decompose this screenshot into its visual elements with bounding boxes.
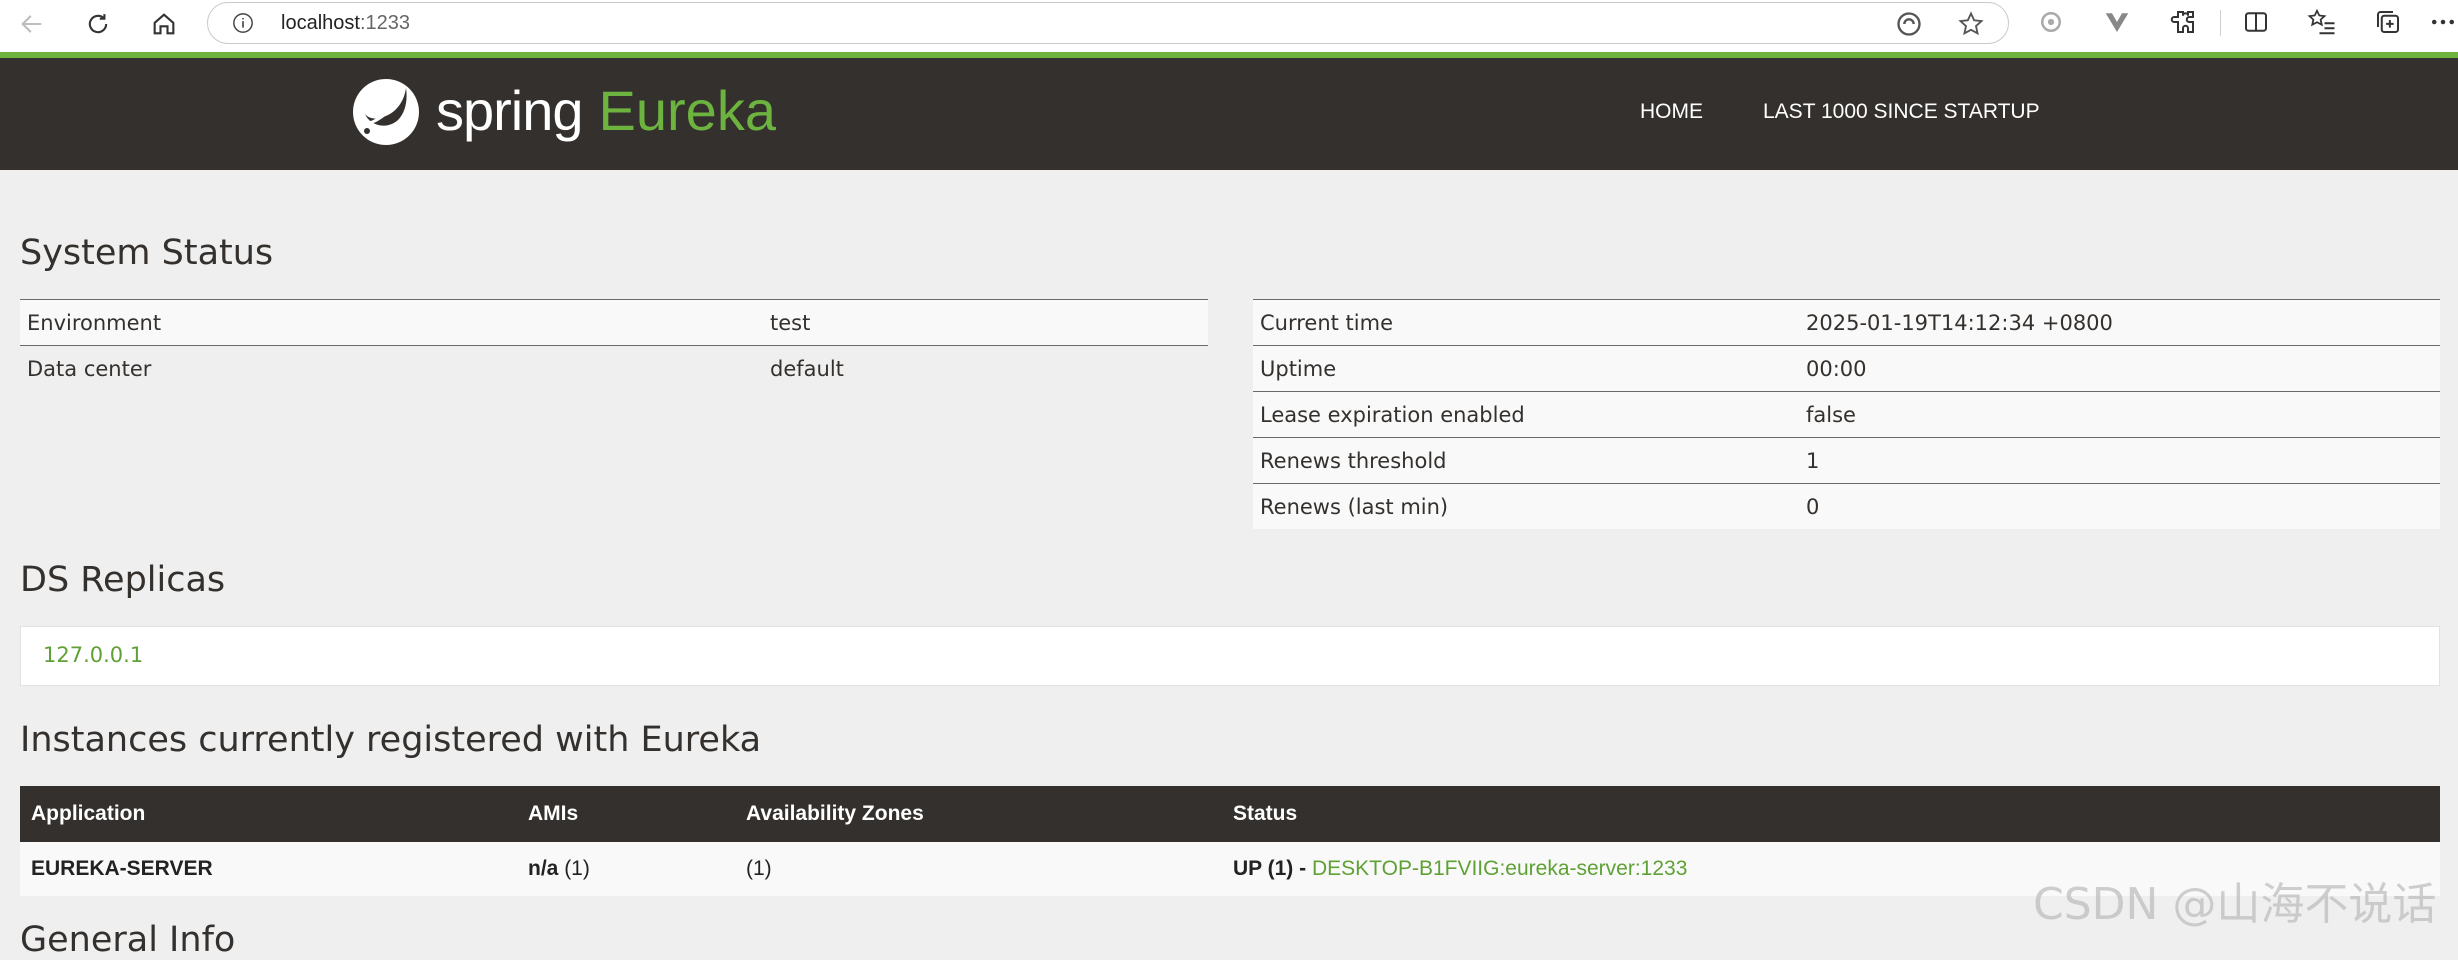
replica-link[interactable]: 127.0.0.1 bbox=[43, 643, 143, 667]
current-time-value: 2025-01-19T14:12:34 +0800 bbox=[1799, 299, 2440, 346]
table-row: Current time 2025-01-19T14:12:34 +0800 bbox=[1253, 299, 2440, 346]
amis-value: n/a bbox=[528, 857, 559, 880]
back-arrow-icon bbox=[21, 15, 42, 33]
table-header-row: Application AMIs Availability Zones Stat… bbox=[20, 786, 2440, 842]
home-icon bbox=[153, 13, 175, 35]
system-status-heading: System Status bbox=[20, 233, 274, 273]
url-host: localhost bbox=[281, 12, 360, 34]
favorite-star-icon[interactable] bbox=[1957, 10, 1985, 38]
instances-heading: Instances currently registered with Eure… bbox=[20, 720, 762, 760]
table-row: Environment test bbox=[20, 299, 1208, 346]
ds-replicas-list: 127.0.0.1 bbox=[20, 626, 2440, 686]
home-button[interactable] bbox=[144, 4, 184, 44]
spring-leaf-icon bbox=[353, 79, 419, 145]
renews-last-min-label: Renews (last min) bbox=[1253, 483, 1799, 529]
renews-threshold-label: Renews threshold bbox=[1253, 437, 1799, 484]
zones-cell: (1) bbox=[735, 842, 1222, 896]
address-bar[interactable]: localhost:1233 bbox=[207, 2, 2009, 44]
extensions-puzzle-icon[interactable] bbox=[2168, 7, 2198, 37]
csdn-watermark: CSDN @山海不说话 bbox=[2033, 879, 2437, 930]
logo-spring-text: spring bbox=[436, 78, 584, 142]
ds-replicas-heading: DS Replicas bbox=[20, 560, 226, 600]
split-screen-icon[interactable] bbox=[2241, 7, 2271, 37]
col-header-amis: AMIs bbox=[517, 786, 735, 842]
url-text: localhost:1233 bbox=[281, 12, 410, 35]
uptime-value: 00:00 bbox=[1799, 345, 2440, 392]
system-status-right-table: Current time 2025-01-19T14:12:34 +0800 U… bbox=[1253, 299, 2440, 529]
lease-expiration-label: Lease expiration enabled bbox=[1253, 391, 1799, 438]
status-prefix: UP (1) - bbox=[1233, 857, 1307, 880]
read-aloud-icon[interactable] bbox=[1895, 10, 1923, 38]
table-row: Lease expiration enabled false bbox=[1253, 391, 2440, 438]
col-header-application: Application bbox=[20, 786, 517, 842]
vue-extension-icon[interactable] bbox=[2102, 7, 2132, 37]
col-header-zones: Availability Zones bbox=[735, 786, 1222, 842]
reload-icon bbox=[88, 14, 108, 34]
table-row: Data center default bbox=[20, 345, 1208, 391]
renews-threshold-value: 1 bbox=[1799, 437, 2440, 484]
uptime-label: Uptime bbox=[1253, 345, 1799, 392]
datacenter-value: default bbox=[763, 345, 1208, 391]
logo-eureka-text: Eureka bbox=[598, 78, 776, 142]
favorites-list-icon[interactable] bbox=[2307, 7, 2337, 37]
header-nav: HOME LAST 1000 SINCE STARTUP bbox=[1640, 100, 2040, 124]
reload-button[interactable] bbox=[78, 4, 118, 44]
nav-last-1000-link[interactable]: LAST 1000 SINCE STARTUP bbox=[1763, 100, 2040, 124]
spring-eureka-logo[interactable]: spring Eureka bbox=[350, 72, 776, 152]
table-row: Uptime 00:00 bbox=[1253, 345, 2440, 392]
amis-cell: n/a (1) bbox=[517, 842, 735, 896]
application-name: EUREKA-SERVER bbox=[31, 857, 213, 880]
col-header-status: Status bbox=[1222, 786, 2440, 842]
eureka-navbar: spring Eureka HOME LAST 1000 SINCE START… bbox=[0, 58, 2458, 170]
env-label: Environment bbox=[20, 299, 763, 346]
table-row: Renews threshold 1 bbox=[1253, 437, 2440, 484]
collections-icon[interactable] bbox=[2373, 7, 2403, 37]
url-port: :1233 bbox=[359, 12, 410, 34]
toolbar-divider bbox=[2220, 10, 2221, 36]
datacenter-label: Data center bbox=[20, 345, 763, 391]
back-button[interactable] bbox=[12, 4, 52, 44]
browser-toolbar: localhost:1233 bbox=[0, 0, 2458, 53]
amis-count: (1) bbox=[564, 857, 590, 880]
info-icon[interactable] bbox=[232, 12, 254, 34]
table-row: Renews (last min) 0 bbox=[1253, 483, 2440, 529]
lease-expiration-value: false bbox=[1799, 391, 2440, 438]
extension-gear-icon[interactable] bbox=[2036, 7, 2066, 37]
env-value: test bbox=[763, 299, 1208, 346]
general-info-heading: General Info bbox=[20, 920, 236, 960]
nav-home-link[interactable]: HOME bbox=[1640, 100, 1703, 124]
application-cell: EUREKA-SERVER bbox=[20, 842, 517, 896]
renews-last-min-value: 0 bbox=[1799, 483, 2440, 529]
more-menu-icon[interactable] bbox=[2428, 7, 2458, 37]
current-time-label: Current time bbox=[1253, 299, 1799, 346]
system-status-left-table: Environment test Data center default bbox=[20, 299, 1208, 391]
instance-link[interactable]: DESKTOP-B1FVIIG:eureka-server:1233 bbox=[1312, 857, 1687, 880]
